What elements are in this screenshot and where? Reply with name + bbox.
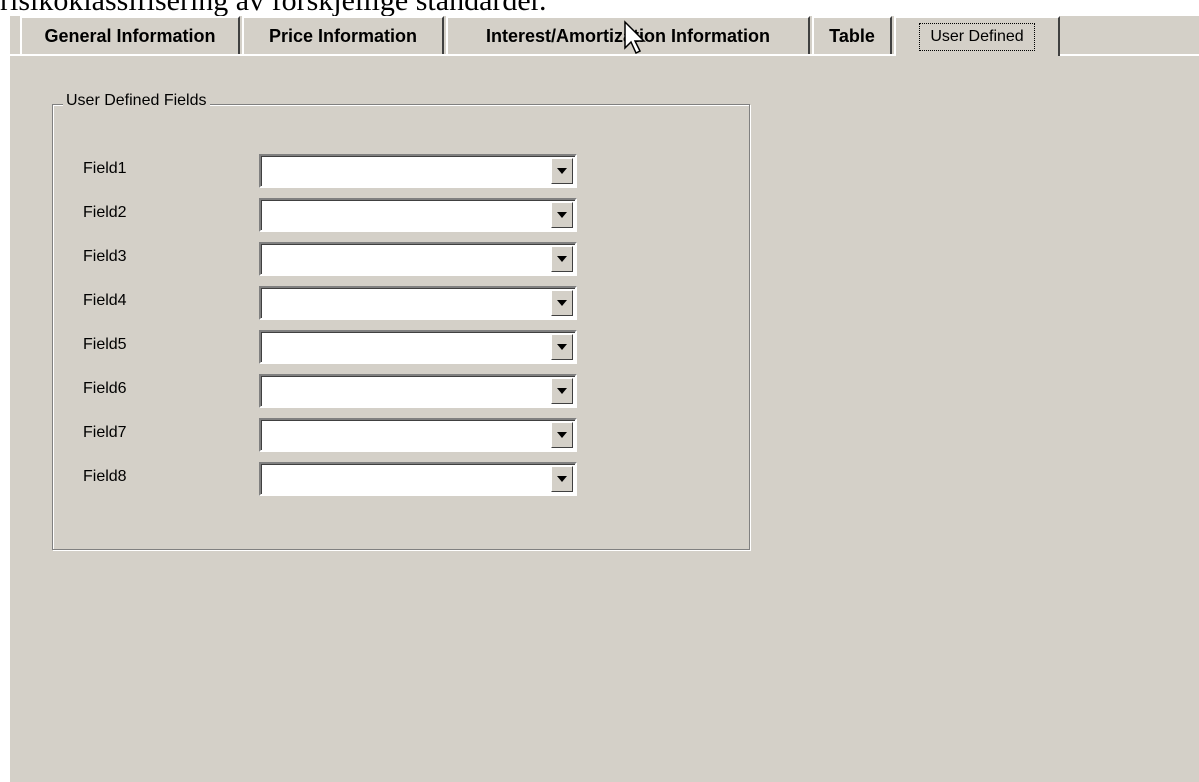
field7-combobox[interactable]: [259, 418, 577, 452]
field8-label: Field8: [83, 468, 127, 485]
chevron-down-icon[interactable]: [551, 202, 573, 228]
tab-label: Table: [829, 25, 875, 46]
field6-label: Field6: [83, 380, 127, 397]
chevron-down-icon[interactable]: [551, 422, 573, 448]
tab-general-information[interactable]: General Information: [20, 16, 240, 54]
tab-table[interactable]: Table: [812, 16, 892, 54]
chevron-down-icon[interactable]: [551, 378, 573, 404]
chevron-down-icon[interactable]: [551, 466, 573, 492]
field2-combobox[interactable]: [259, 198, 577, 232]
field7-label: Field7: [83, 424, 127, 441]
tab-label: User Defined: [919, 23, 1035, 51]
field4-combobox[interactable]: [259, 286, 577, 320]
chevron-down-icon[interactable]: [551, 246, 573, 272]
field2-label: Field2: [83, 204, 127, 221]
tab-price-information[interactable]: Price Information: [242, 16, 444, 54]
field6-combobox[interactable]: [259, 374, 577, 408]
field1-combobox[interactable]: [259, 154, 577, 188]
field5-label: Field5: [83, 336, 127, 353]
field5-combobox[interactable]: [259, 330, 577, 364]
tab-label: Price Information: [268, 25, 418, 46]
chevron-down-icon[interactable]: [551, 290, 573, 316]
field3-label: Field3: [83, 248, 127, 265]
field4-label: Field4: [83, 292, 127, 309]
tab-user-defined[interactable]: User Defined: [894, 16, 1060, 56]
tab-label: General Information: [44, 25, 216, 46]
field3-combobox[interactable]: [259, 242, 577, 276]
chevron-down-icon[interactable]: [551, 158, 573, 184]
group-title: User Defined Fields: [63, 92, 210, 110]
tab-strip: General Information Price Information In…: [10, 16, 1199, 56]
mouse-pointer-icon: [624, 20, 646, 55]
field8-combobox[interactable]: [259, 462, 577, 496]
properties-dialog: General Information Price Information In…: [10, 16, 1199, 782]
field1-label: Field1: [83, 160, 127, 177]
chevron-down-icon[interactable]: [551, 334, 573, 360]
